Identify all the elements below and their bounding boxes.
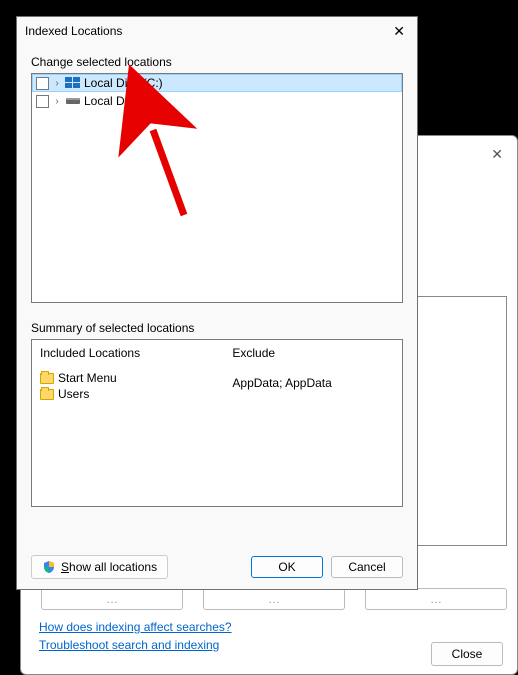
dialog-button-row: Show all locations OK Cancel bbox=[31, 545, 403, 579]
parent-close-icon[interactable]: ✕ bbox=[491, 146, 503, 163]
location-row-e[interactable]: › Local Disk (E:) bbox=[32, 92, 402, 110]
exclude-header: Exclude bbox=[232, 346, 394, 360]
included-label: Start Menu bbox=[58, 371, 117, 385]
included-column: Included Locations Start Menu Users bbox=[32, 340, 224, 506]
included-label: Users bbox=[58, 387, 89, 401]
windows-drive-icon bbox=[65, 77, 81, 89]
location-label: Local Disk (E:) bbox=[84, 94, 162, 108]
show-all-label: Show all locations bbox=[61, 560, 157, 574]
show-all-locations-button[interactable]: Show all locations bbox=[31, 555, 168, 579]
parent-stub-button[interactable]: … bbox=[203, 588, 345, 610]
indexed-locations-dialog: Indexed Locations ✕ Change selected loca… bbox=[16, 16, 418, 590]
shield-icon bbox=[42, 560, 56, 574]
link-indexing-affect[interactable]: How does indexing affect searches? bbox=[39, 620, 232, 634]
included-item[interactable]: Start Menu bbox=[40, 370, 216, 386]
parent-links: How does indexing affect searches? Troub… bbox=[39, 616, 232, 652]
dialog-title: Indexed Locations bbox=[25, 24, 122, 38]
folder-icon bbox=[40, 389, 54, 400]
ok-button[interactable]: OK bbox=[251, 556, 323, 578]
parent-stub-button[interactable]: … bbox=[41, 588, 183, 610]
folder-icon bbox=[40, 373, 54, 384]
parent-close-button[interactable]: Close bbox=[431, 642, 503, 666]
titlebar: Indexed Locations ✕ bbox=[17, 17, 417, 45]
parent-button-row: … … … bbox=[41, 588, 507, 610]
chevron-right-icon[interactable]: › bbox=[52, 78, 62, 89]
summary-label: Summary of selected locations bbox=[31, 321, 403, 335]
location-row-c[interactable]: › Local Disk (C:) bbox=[32, 74, 402, 92]
close-icon[interactable]: ✕ bbox=[387, 21, 411, 42]
chevron-right-icon[interactable]: › bbox=[52, 96, 62, 107]
exclude-column: Exclude AppData; AppData bbox=[224, 340, 402, 506]
location-label: Local Disk (C:) bbox=[84, 76, 163, 90]
included-header: Included Locations bbox=[40, 346, 216, 360]
locations-tree[interactable]: › Local Disk (C:) › bbox=[31, 73, 403, 303]
cancel-button[interactable]: Cancel bbox=[331, 556, 403, 578]
included-item[interactable]: Users bbox=[40, 386, 216, 402]
checkbox[interactable] bbox=[36, 95, 49, 108]
link-troubleshoot[interactable]: Troubleshoot search and indexing bbox=[39, 638, 232, 652]
parent-stub-button[interactable]: … bbox=[365, 588, 507, 610]
exclude-text: AppData; AppData bbox=[232, 376, 394, 390]
drive-icon bbox=[65, 95, 81, 107]
summary-box: Included Locations Start Menu Users Excl… bbox=[31, 339, 403, 507]
change-locations-label: Change selected locations bbox=[31, 55, 403, 69]
checkbox[interactable] bbox=[36, 77, 49, 90]
